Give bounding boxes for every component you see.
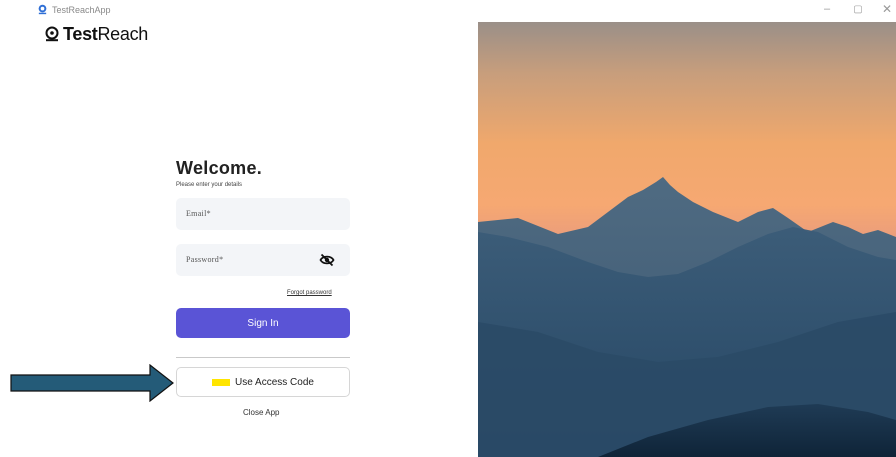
window-titlebar: TestReachApp – ▢ ✕: [0, 0, 896, 22]
divider: [176, 357, 350, 358]
highlight-mark: [212, 378, 231, 386]
app-logo-icon: [38, 4, 47, 15]
welcome-heading: Welcome.: [176, 158, 263, 178]
use-access-code-button[interactable]: Use Access Code: [176, 367, 350, 397]
mountain-sunset-image: [478, 22, 896, 457]
welcome-subtitle: Please enter your details: [176, 182, 243, 188]
pointer-arrow-icon: [10, 364, 174, 402]
window-title: TestReachApp: [52, 5, 111, 15]
forgot-password-link[interactable]: Forgot password: [287, 290, 332, 296]
email-placeholder: Email*: [186, 209, 211, 218]
sign-in-button[interactable]: Sign In: [176, 308, 350, 338]
minimize-button[interactable]: –: [820, 3, 834, 15]
brand-logo: TestReach: [44, 24, 148, 44]
logo-text-light: Reach: [97, 23, 149, 44]
password-field[interactable]: Password*: [176, 244, 350, 276]
close-window-button[interactable]: ✕: [880, 2, 894, 16]
access-code-label: Use Access Code: [235, 376, 314, 388]
email-field[interactable]: Email*: [176, 198, 350, 230]
eye-off-icon[interactable]: [319, 252, 335, 268]
maximize-button[interactable]: ▢: [851, 4, 865, 15]
testreach-logo-icon: [45, 26, 59, 42]
close-app-link[interactable]: Close App: [243, 408, 279, 417]
password-placeholder: Password*: [186, 255, 224, 264]
logo-text-bold: Test: [63, 23, 98, 44]
